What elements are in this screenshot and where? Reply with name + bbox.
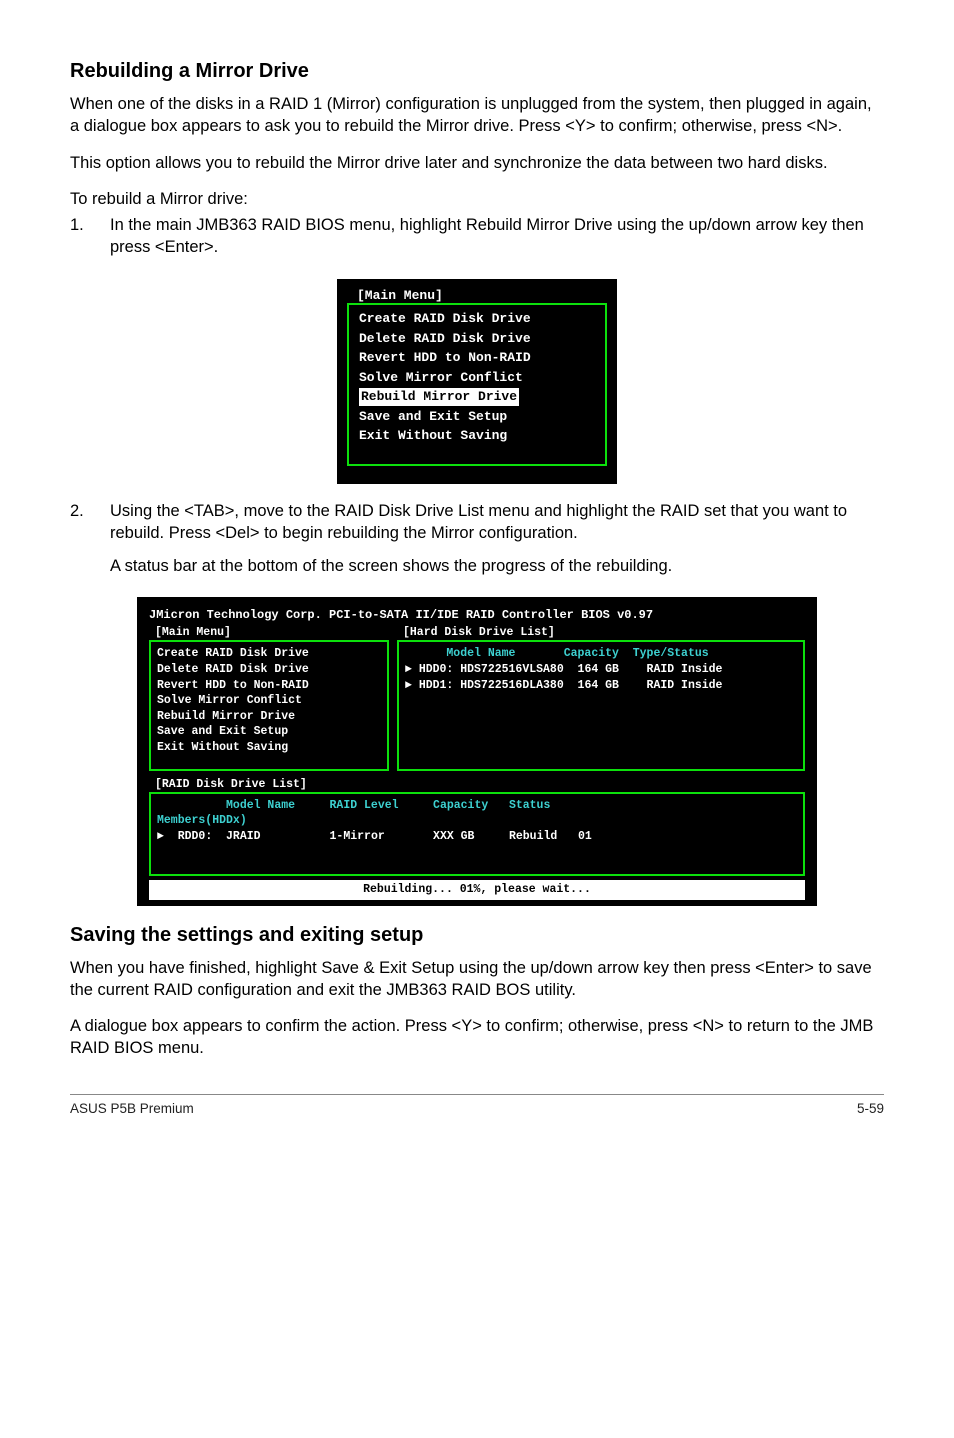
bios-header: JMicron Technology Corp. PCI-to-SATA II/… xyxy=(149,607,805,623)
menu-item: Revert HDD to Non-RAID xyxy=(157,678,381,694)
footer-right: 5-59 xyxy=(857,1101,884,1116)
saving-heading: Saving the settings and exiting setup xyxy=(70,924,884,947)
raid-header-row: Model Name RAID Level Capacity Status xyxy=(157,798,797,814)
menu-item: Save and Exit Setup xyxy=(157,724,381,740)
hdd-header-row: Model Name Capacity Type/Status xyxy=(405,646,797,662)
rebuild-para1: When one of the disks in a RAID 1 (Mirro… xyxy=(70,93,884,138)
raid-list-title: [RAID Disk Drive List] xyxy=(149,777,805,793)
page-footer: ASUS P5B Premium 5-59 xyxy=(70,1094,884,1116)
step-number-2: 2. xyxy=(70,500,110,587)
menu-item: Revert HDD to Non-RAID xyxy=(353,348,601,368)
step2a-text: Using the <TAB>, move to the RAID Disk D… xyxy=(110,500,884,545)
menu-item: Solve Mirror Conflict xyxy=(157,693,381,709)
saving-para2: A dialogue box appears to confirm the ac… xyxy=(70,1015,884,1060)
menu-item: Solve Mirror Conflict xyxy=(353,368,601,388)
menu-item: Save and Exit Setup xyxy=(353,407,601,427)
right-panel: Model Name Capacity Type/Status ► HDD0: … xyxy=(397,640,805,771)
left-panel: Create RAID Disk Drive Delete RAID Disk … xyxy=(149,640,389,771)
menu-item-highlighted: Rebuild Mirror Drive xyxy=(353,387,601,407)
menu-item: Create RAID Disk Drive xyxy=(353,309,601,329)
saving-para1: When you have finished, highlight Save &… xyxy=(70,957,884,1002)
raid-list-panel: Model Name RAID Level Capacity Status Me… xyxy=(149,792,805,877)
main-menu-title: [Main Menu] xyxy=(347,287,607,305)
rebuild-para3: To rebuild a Mirror drive: xyxy=(70,188,884,210)
rebuild-heading: Rebuilding a Mirror Drive xyxy=(70,60,884,83)
menu-item: Exit Without Saving xyxy=(353,426,601,446)
step2b-text: A status bar at the bottom of the screen… xyxy=(110,555,884,577)
footer-left: ASUS P5B Premium xyxy=(70,1101,194,1116)
menu-item: Exit Without Saving xyxy=(157,740,381,756)
menu-item: Delete RAID Disk Drive xyxy=(353,329,601,349)
hdd-row: ► HDD0: HDS722516VLSA80 164 GB RAID Insi… xyxy=(405,662,797,678)
raid-members-row: Members(HDDx) xyxy=(157,813,797,829)
bios-main-menu-box: [Main Menu] Create RAID Disk Drive Delet… xyxy=(337,279,617,484)
rebuild-para2: This option allows you to rebuild the Mi… xyxy=(70,152,884,174)
hdd-list-panel-title: [Hard Disk Drive List] xyxy=(397,625,805,641)
step1-text: In the main JMB363 RAID BIOS menu, highl… xyxy=(110,214,884,259)
menu-item: Rebuild Mirror Drive xyxy=(157,709,381,725)
step-number-1: 1. xyxy=(70,214,110,269)
menu-item: Delete RAID Disk Drive xyxy=(157,662,381,678)
status-bar: Rebuilding... 01%, please wait... xyxy=(149,880,805,900)
raid-data-row: ► RDD0: JRAID 1-Mirror XXX GB Rebuild 01 xyxy=(157,829,797,845)
main-menu-panel-title: [Main Menu] xyxy=(149,625,389,641)
bios-raid-screen: JMicron Technology Corp. PCI-to-SATA II/… xyxy=(137,597,817,906)
menu-item: Create RAID Disk Drive xyxy=(157,646,381,662)
main-menu-frame: Create RAID Disk Drive Delete RAID Disk … xyxy=(347,303,607,466)
hdd-row: ► HDD1: HDS722516DLA380 164 GB RAID Insi… xyxy=(405,678,797,694)
